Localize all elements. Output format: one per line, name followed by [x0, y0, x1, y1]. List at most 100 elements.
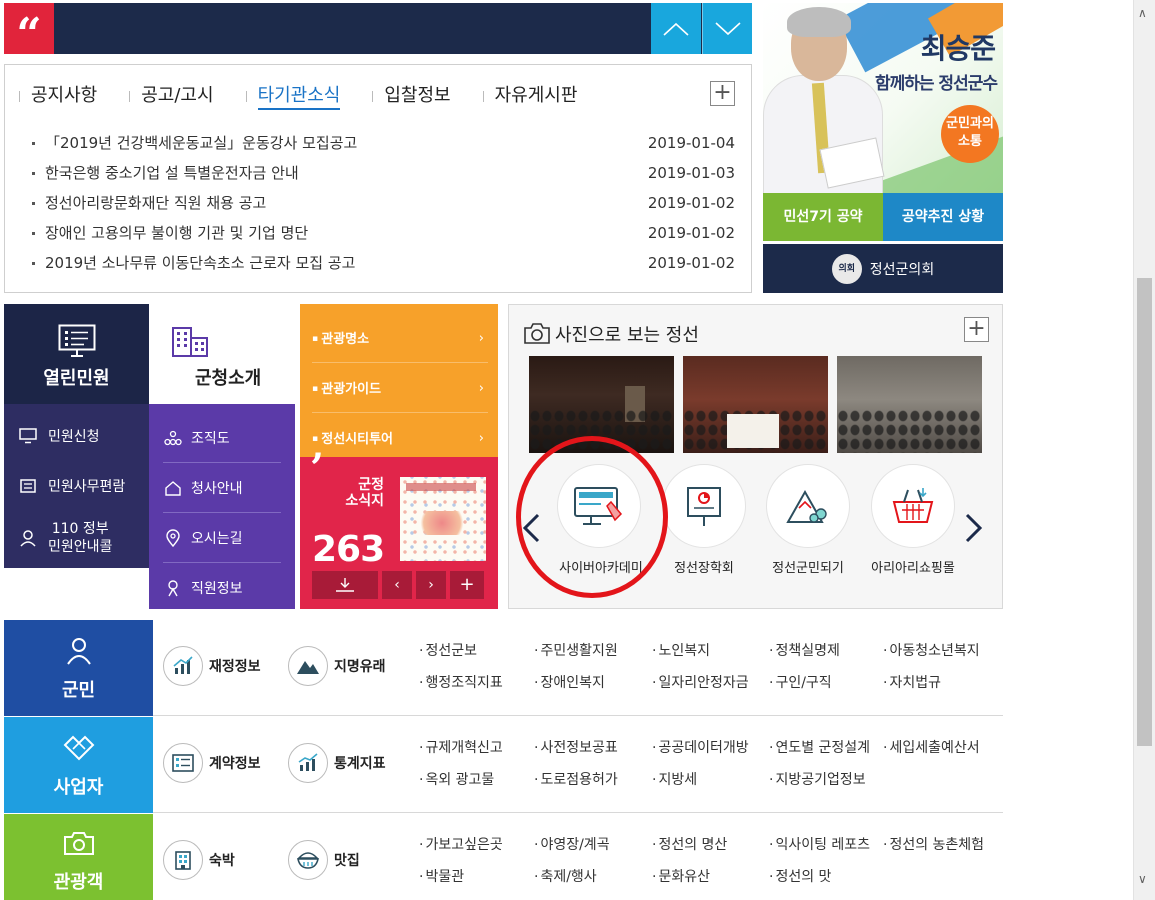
- finance-info-link[interactable]: 재정정보: [163, 646, 261, 686]
- list-item[interactable]: 정선아리랑문화재단 직원 채용 공고 2019-01-02: [29, 191, 735, 221]
- residents-header[interactable]: 군민: [4, 620, 153, 716]
- newsletter-next-button[interactable]: ›: [416, 571, 446, 599]
- newsletter-download-button[interactable]: [312, 571, 378, 599]
- quick-link[interactable]: 아동청소년복지: [883, 640, 979, 660]
- quick-link[interactable]: 연도별 군정설계: [769, 737, 870, 757]
- quick-link[interactable]: 가보고싶은곳: [419, 834, 502, 854]
- quick-link[interactable]: 구인/구직: [769, 672, 831, 692]
- mayor-name: 최승준: [920, 32, 996, 65]
- civil-manual-link[interactable]: 민원사무편람: [18, 476, 125, 496]
- tour-guide-link[interactable]: 관광가이드 ›: [312, 364, 488, 414]
- tab-notice[interactable]: 공지사항: [18, 83, 131, 109]
- people-icon: [66, 638, 91, 665]
- quick-link[interactable]: 야영장/계곡: [534, 834, 609, 854]
- tab-announcement[interactable]: 공고/고시: [129, 83, 247, 109]
- scroll-down-arrow[interactable]: ∨: [1138, 872, 1147, 886]
- quick-link[interactable]: 문화유산: [652, 866, 710, 886]
- post-title[interactable]: 2019년 소나무류 이동단속초소 근로자 모집 공고: [45, 254, 355, 272]
- newsletter-cover-image[interactable]: [400, 477, 486, 561]
- cover-header: [406, 483, 476, 491]
- list-item[interactable]: 2019년 소나무류 이동단속초소 근로자 모집 공고 2019-01-02: [29, 251, 735, 281]
- mayor-photo-hair: [787, 7, 851, 37]
- quick-link[interactable]: 박물관: [419, 866, 464, 886]
- business-header[interactable]: 사업자: [4, 717, 153, 813]
- tab-free-board[interactable]: 자유게시판: [482, 83, 612, 109]
- quick-link[interactable]: 주민생활지원: [534, 640, 617, 660]
- category-row-business: 사업자 계약정보 통계지표 규제개혁신고 사전정보공표 공공데이터개방 연도별 …: [4, 717, 1003, 813]
- page-scrollbar[interactable]: ∧ ∨: [1133, 0, 1155, 900]
- quick-link[interactable]: 정선의 명산: [652, 834, 727, 854]
- place-name-origin-link[interactable]: 지명유래: [288, 646, 386, 686]
- quick-link[interactable]: 익사이팅 레포츠: [769, 834, 870, 854]
- photo-thumbnail[interactable]: [683, 356, 828, 453]
- post-title[interactable]: 정선아리랑문화재단 직원 채용 공고: [45, 194, 266, 212]
- org-chart-link[interactable]: 조직도: [163, 413, 281, 463]
- become-citizen-label[interactable]: 정선군민되기: [753, 557, 863, 576]
- bar-chart-icon: [163, 646, 203, 686]
- quick-link[interactable]: 일자리안정자금: [652, 672, 748, 692]
- shopping-mall-link[interactable]: [871, 464, 955, 548]
- quick-link[interactable]: 행정조직지표: [419, 672, 502, 692]
- accommodation-link[interactable]: 숙박: [163, 840, 235, 880]
- statistics-link[interactable]: 통계지표: [288, 743, 386, 783]
- county-intro-menu: 조직도 청사안내 오시는길 직원정보: [149, 404, 295, 609]
- board-more-button[interactable]: +: [710, 81, 735, 106]
- list-item[interactable]: 장애인 고용의무 불이행 기관 및 기업 명단 2019-01-02: [29, 221, 735, 251]
- quick-link[interactable]: 노인복지: [652, 640, 710, 660]
- scholarship-link[interactable]: [662, 464, 746, 548]
- county-council-button[interactable]: 의회 정선군의회: [763, 244, 1003, 293]
- list-item[interactable]: 「2019년 건강백세운동교실」운동강사 모집공고 2019-01-04: [29, 131, 735, 161]
- post-title[interactable]: 「2019년 건강백세운동교실」운동강사 모집공고: [45, 134, 357, 152]
- contract-info-link[interactable]: 계약정보: [163, 743, 261, 783]
- quick-link[interactable]: 세입세출예산서: [883, 737, 979, 757]
- quick-link[interactable]: 장애인복지: [534, 672, 604, 692]
- ticker-down-button[interactable]: [702, 3, 752, 54]
- scroll-up-arrow[interactable]: ∧: [1138, 6, 1147, 20]
- quick-link[interactable]: 자치법규: [883, 672, 941, 692]
- quick-link[interactable]: 정선의 맛: [769, 866, 831, 886]
- shopping-mall-label[interactable]: 아리아리쇼핑몰: [858, 557, 968, 576]
- quick-link[interactable]: 정선군보: [419, 640, 477, 660]
- chevron-up-icon: [663, 22, 689, 36]
- post-date: 2019-01-02: [647, 194, 735, 212]
- directions-link[interactable]: 오시는길: [163, 513, 281, 563]
- photo-more-button[interactable]: +: [964, 317, 989, 342]
- civil-110-call-link[interactable]: 110 정부 민원안내콜: [18, 520, 112, 556]
- mayor-banner[interactable]: 최승준 함께하는 정선군수 군민과의 소통: [763, 3, 1003, 193]
- tourists-header[interactable]: 관광객: [4, 814, 153, 900]
- ticker-up-button[interactable]: [651, 3, 701, 54]
- county-intro-header[interactable]: 군청소개: [149, 304, 295, 404]
- become-citizen-link[interactable]: [766, 464, 850, 548]
- quick-link[interactable]: 공공데이터개방: [652, 737, 748, 757]
- post-title[interactable]: 한국은행 중소기업 설 특별운전자금 안내: [45, 164, 299, 182]
- pledge-button[interactable]: 민선7기 공약: [763, 193, 883, 241]
- quick-link[interactable]: 규제개혁신고: [419, 737, 502, 757]
- tab-other-agency-news[interactable]: 타기관소식: [245, 83, 375, 110]
- pledge-progress-button[interactable]: 공약추진 상황: [883, 193, 1003, 241]
- carousel-next-arrow[interactable]: [964, 513, 984, 543]
- tab-bid-info[interactable]: 입찰정보: [372, 83, 484, 109]
- quick-link[interactable]: 도로점용허가: [534, 769, 617, 789]
- quick-link[interactable]: 사전정보공표: [534, 737, 617, 757]
- building-guide-link[interactable]: 청사안내: [163, 463, 281, 513]
- quick-link[interactable]: 정선의 농촌체험: [883, 834, 984, 854]
- newsletter-more-button[interactable]: +: [450, 571, 484, 599]
- restaurant-link[interactable]: 맛집: [288, 840, 360, 880]
- mayor-slogan: 함께하는 정선군수: [874, 74, 998, 94]
- list-item[interactable]: 한국은행 중소기업 설 특별운전자금 안내 2019-01-03: [29, 161, 735, 191]
- civil-service-header[interactable]: 열린민원: [4, 304, 149, 404]
- scrollbar-thumb[interactable]: [1137, 278, 1152, 746]
- quick-link[interactable]: 지방세: [652, 769, 697, 789]
- quick-link[interactable]: 지방공기업정보: [769, 769, 865, 789]
- photo-thumbnail[interactable]: [837, 356, 982, 453]
- post-title[interactable]: 장애인 고용의무 불이행 기관 및 기업 명단: [45, 224, 308, 242]
- staff-info-link[interactable]: 직원정보: [163, 563, 281, 613]
- newsletter-prev-button[interactable]: ‹: [382, 571, 412, 599]
- category-row-tourists: 관광객 숙박 맛집 가보고싶은곳 야영장/계곡 정선의 명산 익사이팅 레포츠 …: [4, 814, 1003, 900]
- tour-attractions-link[interactable]: 관광명소 ›: [312, 314, 488, 364]
- quick-link[interactable]: 옥외 광고물: [419, 769, 494, 789]
- civil-apply-link[interactable]: 민원신청: [18, 426, 100, 446]
- quick-link[interactable]: 정책실명제: [769, 640, 839, 660]
- scholarship-label[interactable]: 정선장학회: [649, 557, 759, 576]
- quick-link[interactable]: 축제/행사: [534, 866, 596, 886]
